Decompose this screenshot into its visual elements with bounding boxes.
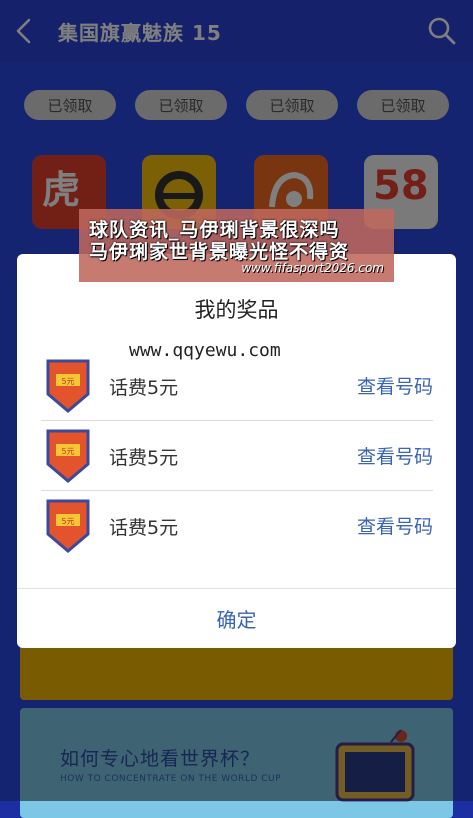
my-prizes-dialog: 我的奖品 www.qqyewu.com 5元 话费5元 查看号码 5元 话费5元…: [17, 254, 456, 648]
phone-credit-badge-icon: 5元: [46, 429, 90, 483]
overlay-ad[interactable]: 球队资讯_马伊琍背景很深吗 马伊琍家世背景曝光怪不得资 www.fifaspor…: [79, 209, 394, 282]
badge-value: 5元: [61, 447, 74, 456]
dialog-title: 我的奖品: [194, 298, 279, 322]
badge-value: 5元: [61, 377, 74, 386]
phone-credit-badge-icon: 5元: [46, 499, 90, 553]
ad-url: www.fifasport2026.com: [241, 261, 384, 275]
badge-value: 5元: [61, 517, 74, 526]
view-number-link[interactable]: 查看号码: [357, 442, 433, 469]
prize-row: 5元 话费5元 查看号码: [41, 351, 433, 421]
phone-credit-badge-icon: 5元: [46, 359, 90, 413]
view-number-link[interactable]: 查看号码: [357, 512, 433, 539]
ad-subheadline: 马伊琍家世背景曝光怪不得资: [89, 241, 350, 263]
prize-name: 话费5元: [109, 517, 179, 539]
confirm-button[interactable]: 确定: [17, 589, 456, 648]
view-number-link[interactable]: 查看号码: [357, 372, 433, 399]
prize-row: 5元 话费5元 查看号码: [41, 421, 433, 491]
prize-name: 话费5元: [109, 377, 179, 399]
prize-name: 话费5元: [109, 447, 179, 469]
prize-row: 5元 话费5元 查看号码: [41, 491, 433, 561]
